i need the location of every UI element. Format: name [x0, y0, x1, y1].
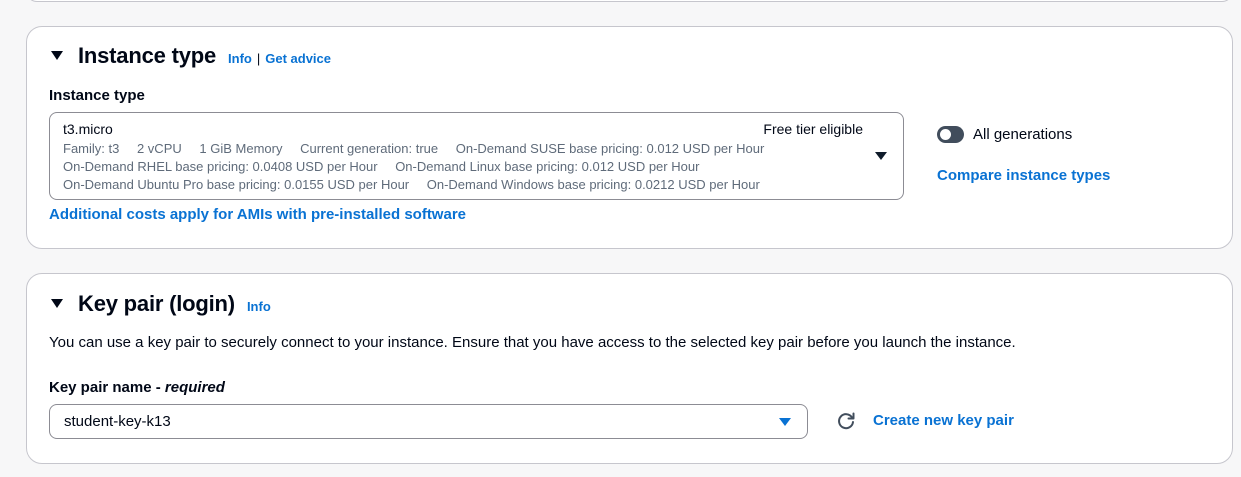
compare-instance-types-link[interactable]: Compare instance types — [937, 167, 1110, 184]
detail-text: Family: t3 — [63, 141, 120, 156]
info-link[interactable]: Info — [228, 51, 252, 66]
instance-type-header: Instance type Info | Get advice — [51, 43, 331, 69]
detail-text: On-Demand Linux base pricing: 0.012 USD … — [395, 159, 700, 174]
label-text: Key pair name - — [49, 379, 165, 396]
instance-type-card: Instance type Info | Get advice Instance… — [26, 26, 1233, 249]
collapse-caret-icon[interactable] — [51, 51, 63, 60]
all-generations-label: All generations — [973, 126, 1073, 143]
collapse-caret-icon[interactable] — [51, 299, 63, 308]
detail-text: On-Demand RHEL base pricing: 0.0408 USD … — [63, 159, 378, 174]
instance-details-line-2: On-Demand RHEL base pricing: 0.0408 USD … — [63, 159, 699, 174]
refresh-icon[interactable] — [835, 411, 857, 433]
free-tier-label: Free tier eligible — [763, 121, 863, 137]
key-pair-header: Key pair (login) Info — [51, 291, 271, 317]
section-title[interactable]: Instance type — [78, 43, 216, 69]
toggle-switch[interactable] — [937, 126, 964, 143]
dropdown-caret-icon — [779, 418, 791, 426]
detail-text: 2 vCPU — [136, 141, 182, 156]
link-separator: | — [256, 51, 261, 66]
toggle-knob — [940, 129, 951, 140]
detail-text: Current generation: true — [300, 141, 439, 156]
key-pair-select[interactable]: student-key-k13 — [49, 404, 808, 439]
all-generations-toggle[interactable]: All generations — [937, 126, 1072, 143]
instance-type-select[interactable]: t3.micro Free tier eligible Family: t3 2… — [49, 112, 904, 200]
additional-costs-link[interactable]: Additional costs apply for AMIs with pre… — [49, 206, 466, 223]
key-pair-description: You can use a key pair to securely conne… — [49, 334, 1016, 351]
previous-section-card — [26, 0, 1233, 2]
required-text: required — [164, 379, 225, 396]
instance-details-line-3: On-Demand Ubuntu Pro base pricing: 0.015… — [63, 177, 760, 192]
get-advice-link[interactable]: Get advice — [265, 51, 331, 66]
info-link[interactable]: Info — [247, 299, 271, 314]
instance-details-line-1: Family: t3 2 vCPU 1 GiB Memory Current g… — [63, 141, 764, 156]
detail-text: 1 GiB Memory — [199, 141, 283, 156]
key-pair-field-label: Key pair name - required — [49, 379, 225, 396]
instance-type-field-label: Instance type — [49, 87, 145, 104]
create-new-key-pair-link[interactable]: Create new key pair — [873, 412, 1014, 429]
detail-text: On-Demand Ubuntu Pro base pricing: 0.015… — [63, 177, 410, 192]
section-title[interactable]: Key pair (login) — [78, 291, 235, 317]
selected-key-pair: student-key-k13 — [64, 413, 171, 430]
detail-text: On-Demand Windows base pricing: 0.0212 U… — [426, 177, 760, 192]
dropdown-caret-icon — [875, 152, 887, 160]
selected-instance-name: t3.micro — [63, 121, 113, 137]
key-pair-card: Key pair (login) Info You can use a key … — [26, 273, 1233, 464]
detail-text: On-Demand SUSE base pricing: 0.012 USD p… — [455, 141, 765, 156]
